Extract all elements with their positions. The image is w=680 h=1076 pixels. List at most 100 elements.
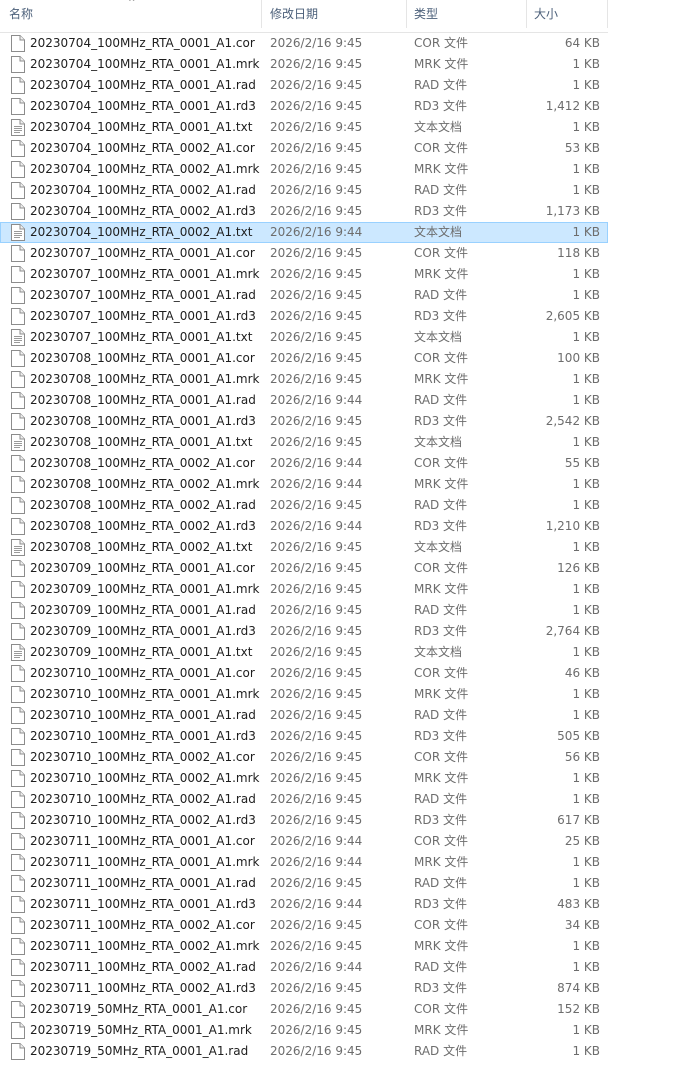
file-date-modified: 2026/2/16 9:44: [270, 855, 363, 869]
file-row[interactable]: 20230709_100MHz_RTA_0001_A1.mrk 2026/2/16…: [0, 579, 608, 600]
file-type: 文本文档: [414, 120, 463, 134]
column-header-date-modified[interactable]: 修改日期: [262, 0, 407, 28]
file-row[interactable]: 20230710_100MHz_RTA_0002_A1.rad 2026/2/16…: [0, 789, 608, 810]
file-icon: [11, 917, 25, 934]
file-row[interactable]: 20230709_100MHz_RTA_0001_A1.rad 2026/2/16…: [0, 600, 608, 621]
file-size: 118 KB: [557, 246, 600, 260]
file-row[interactable]: 20230708_100MHz_RTA_0001_A1.cor 2026/2/16…: [0, 348, 608, 369]
file-date-modified: 2026/2/16 9:45: [270, 309, 363, 323]
file-row[interactable]: 20230707_100MHz_RTA_0001_A1.mrk 2026/2/16…: [0, 264, 608, 285]
file-size: 64 KB: [564, 36, 600, 50]
file-name: 20230708_100MHz_RTA_0001_A1.rad: [30, 393, 256, 407]
file-row[interactable]: 20230708_100MHz_RTA_0001_A1.txt 2026/2/16…: [0, 432, 608, 453]
file-explorer-list: ^ 名称 修改日期 类型 大小 20230704_100MHz_RTA_0001…: [0, 0, 680, 1076]
file-row[interactable]: 20230704_100MHz_RTA_0001_A1.cor 2026/2/16…: [0, 33, 608, 54]
column-header-size[interactable]: 大小: [527, 0, 608, 28]
file-size: 1 KB: [572, 603, 600, 617]
file-type: COR 文件: [414, 246, 468, 260]
file-row[interactable]: 20230707_100MHz_RTA_0001_A1.txt 2026/2/16…: [0, 327, 608, 348]
file-date-modified: 2026/2/16 9:45: [270, 1044, 363, 1058]
file-size: 1,412 KB: [545, 99, 600, 113]
text-file-icon: [11, 539, 25, 556]
file-row[interactable]: 20230719_50MHz_RTA_0001_A1.cor 2026/2/16 …: [0, 999, 608, 1020]
file-row[interactable]: 20230719_50MHz_RTA_0001_A1.rad 2026/2/16 …: [0, 1041, 608, 1062]
file-icon: [11, 245, 25, 262]
file-size: 25 KB: [564, 834, 600, 848]
file-row[interactable]: 20230710_100MHz_RTA_0001_A1.rad 2026/2/16…: [0, 705, 608, 726]
file-row[interactable]: 20230704_100MHz_RTA_0002_A1.txt 2026/2/16…: [0, 222, 608, 243]
file-row[interactable]: 20230710_100MHz_RTA_0001_A1.rd3 2026/2/16…: [0, 726, 608, 747]
file-icon: [11, 749, 25, 766]
file-type: RD3 文件: [414, 309, 468, 323]
file-row[interactable]: 20230709_100MHz_RTA_0001_A1.txt 2026/2/16…: [0, 642, 608, 663]
file-date-modified: 2026/2/16 9:45: [270, 162, 363, 176]
file-name: 20230708_100MHz_RTA_0001_A1.mrk: [30, 372, 260, 386]
file-row[interactable]: 20230710_100MHz_RTA_0002_A1.mrk 2026/2/16…: [0, 768, 608, 789]
file-row[interactable]: 20230709_100MHz_RTA_0001_A1.cor 2026/2/16…: [0, 558, 608, 579]
file-date-modified: 2026/2/16 9:45: [270, 246, 363, 260]
file-icon: [11, 56, 25, 73]
column-header-type[interactable]: 类型: [407, 0, 527, 28]
file-name: 20230707_100MHz_RTA_0001_A1.rad: [30, 288, 256, 302]
file-row[interactable]: 20230708_100MHz_RTA_0002_A1.rd3 2026/2/16…: [0, 516, 608, 537]
file-date-modified: 2026/2/16 9:45: [270, 141, 363, 155]
file-row[interactable]: 20230704_100MHz_RTA_0002_A1.rad 2026/2/16…: [0, 180, 608, 201]
file-icon: [11, 476, 25, 493]
file-row[interactable]: 20230704_100MHz_RTA_0001_A1.mrk 2026/2/16…: [0, 54, 608, 75]
file-type: COR 文件: [414, 918, 468, 932]
file-icon: [11, 1001, 25, 1018]
file-row[interactable]: 20230708_100MHz_RTA_0002_A1.rad 2026/2/16…: [0, 495, 608, 516]
file-size: 1 KB: [572, 78, 600, 92]
file-type: COR 文件: [414, 36, 468, 50]
file-row[interactable]: 20230710_100MHz_RTA_0002_A1.cor 2026/2/16…: [0, 747, 608, 768]
file-row[interactable]: 20230710_100MHz_RTA_0001_A1.mrk 2026/2/16…: [0, 684, 608, 705]
file-row[interactable]: 20230708_100MHz_RTA_0001_A1.rd3 2026/2/16…: [0, 411, 608, 432]
file-type: RAD 文件: [414, 876, 468, 890]
file-row[interactable]: 20230704_100MHz_RTA_0001_A1.rad 2026/2/16…: [0, 75, 608, 96]
file-date-modified: 2026/2/16 9:44: [270, 897, 363, 911]
file-row[interactable]: 20230711_100MHz_RTA_0001_A1.rd3 2026/2/16…: [0, 894, 608, 915]
file-icon: [11, 1022, 25, 1039]
file-row[interactable]: 20230707_100MHz_RTA_0001_A1.rad 2026/2/16…: [0, 285, 608, 306]
file-row[interactable]: 20230708_100MHz_RTA_0002_A1.cor 2026/2/16…: [0, 453, 608, 474]
file-row[interactable]: 20230709_100MHz_RTA_0001_A1.rd3 2026/2/16…: [0, 621, 608, 642]
file-size: 1 KB: [572, 939, 600, 953]
file-date-modified: 2026/2/16 9:44: [270, 225, 363, 239]
file-size: 1 KB: [572, 1044, 600, 1058]
file-row[interactable]: 20230707_100MHz_RTA_0001_A1.cor 2026/2/16…: [0, 243, 608, 264]
file-row[interactable]: 20230711_100MHz_RTA_0001_A1.rad 2026/2/16…: [0, 873, 608, 894]
file-row[interactable]: 20230704_100MHz_RTA_0002_A1.cor 2026/2/16…: [0, 138, 608, 159]
file-type: MRK 文件: [414, 477, 469, 491]
file-row[interactable]: 20230708_100MHz_RTA_0001_A1.mrk 2026/2/16…: [0, 369, 608, 390]
file-date-modified: 2026/2/16 9:45: [270, 99, 363, 113]
file-size: 1,210 KB: [545, 519, 600, 533]
file-row[interactable]: 20230711_100MHz_RTA_0002_A1.cor 2026/2/16…: [0, 915, 608, 936]
file-row[interactable]: 20230707_100MHz_RTA_0001_A1.rd3 2026/2/16…: [0, 306, 608, 327]
column-header-date-label: 修改日期: [270, 7, 319, 21]
column-header-name[interactable]: ^ 名称: [0, 0, 262, 28]
file-row[interactable]: 20230710_100MHz_RTA_0002_A1.rd3 2026/2/16…: [0, 810, 608, 831]
file-row[interactable]: 20230704_100MHz_RTA_0002_A1.mrk 2026/2/16…: [0, 159, 608, 180]
file-row[interactable]: 20230708_100MHz_RTA_0002_A1.txt 2026/2/16…: [0, 537, 608, 558]
file-name: 20230708_100MHz_RTA_0002_A1.mrk: [30, 477, 260, 491]
file-date-modified: 2026/2/16 9:45: [270, 771, 363, 785]
file-type: COR 文件: [414, 561, 468, 575]
file-row[interactable]: 20230710_100MHz_RTA_0001_A1.cor 2026/2/16…: [0, 663, 608, 684]
file-type: RD3 文件: [414, 624, 468, 638]
file-row[interactable]: 20230704_100MHz_RTA_0001_A1.txt 2026/2/16…: [0, 117, 608, 138]
file-row[interactable]: 20230711_100MHz_RTA_0001_A1.cor 2026/2/16…: [0, 831, 608, 852]
file-row[interactable]: 20230711_100MHz_RTA_0002_A1.mrk 2026/2/16…: [0, 936, 608, 957]
file-icon: [11, 707, 25, 724]
file-date-modified: 2026/2/16 9:45: [270, 750, 363, 764]
file-type: RAD 文件: [414, 708, 468, 722]
file-row[interactable]: 20230711_100MHz_RTA_0002_A1.rd3 2026/2/16…: [0, 978, 608, 999]
file-row[interactable]: 20230708_100MHz_RTA_0001_A1.rad 2026/2/16…: [0, 390, 608, 411]
file-row[interactable]: 20230708_100MHz_RTA_0002_A1.mrk 2026/2/16…: [0, 474, 608, 495]
file-row[interactable]: 20230704_100MHz_RTA_0001_A1.rd3 2026/2/16…: [0, 96, 608, 117]
file-row[interactable]: 20230711_100MHz_RTA_0001_A1.mrk 2026/2/16…: [0, 852, 608, 873]
file-row[interactable]: 20230719_50MHz_RTA_0001_A1.mrk 2026/2/16 …: [0, 1020, 608, 1041]
file-row[interactable]: 20230704_100MHz_RTA_0002_A1.rd3 2026/2/16…: [0, 201, 608, 222]
file-name: 20230711_100MHz_RTA_0002_A1.mrk: [30, 939, 260, 953]
file-row[interactable]: 20230711_100MHz_RTA_0002_A1.rad 2026/2/16…: [0, 957, 608, 978]
file-name: 20230704_100MHz_RTA_0001_A1.mrk: [30, 57, 260, 71]
